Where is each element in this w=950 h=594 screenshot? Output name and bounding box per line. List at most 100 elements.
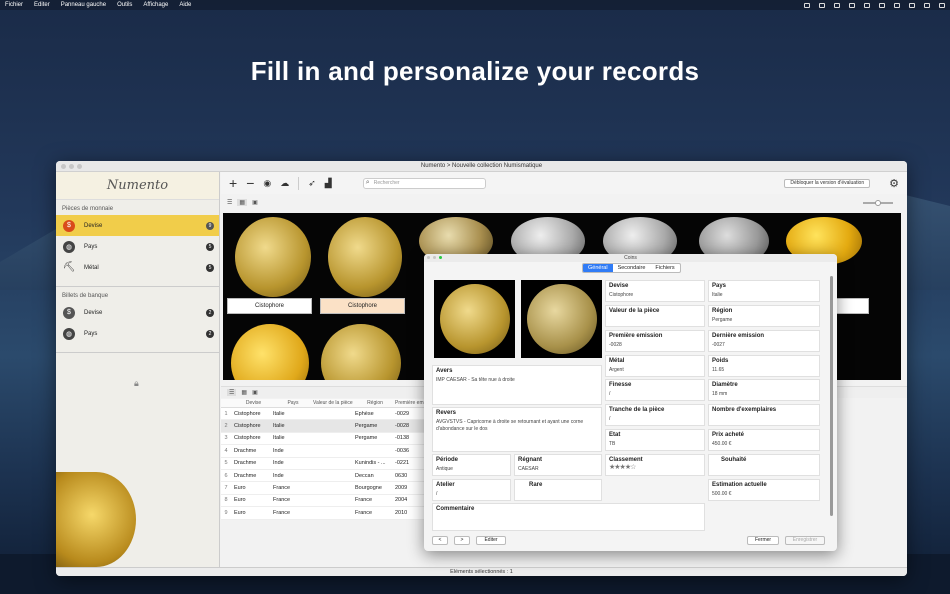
field-metal[interactable]: Métal Argent — [605, 355, 705, 377]
sidebar-item-banknote-pays[interactable]: ◍ Pays 2 — [56, 323, 219, 344]
sidebar-item-devise[interactable]: $ Devise 9 — [56, 215, 219, 236]
eye-icon[interactable]: ◉ — [263, 178, 271, 189]
dialog-scrollbar[interactable] — [830, 276, 833, 516]
field-regnant[interactable]: Régnant CAESAR — [514, 454, 602, 476]
reverse-photo[interactable] — [521, 280, 602, 358]
unlock-trial-button[interactable]: Débloquer la version d'évaluation — [784, 178, 871, 188]
table-cell: Inde — [273, 460, 284, 467]
coin-label-selected[interactable]: Cistophore — [320, 298, 405, 314]
field-prix-achete[interactable]: Prix acheté 450.00 € — [708, 429, 820, 451]
coin-label[interactable]: Cistophore — [227, 298, 312, 314]
status-icon[interactable] — [939, 2, 945, 8]
field-nombre-exemplaires[interactable]: Nombre d'exemplaires — [708, 404, 820, 426]
menu-aide[interactable]: Aide — [179, 2, 191, 8]
edit-button[interactable]: Editer — [476, 536, 506, 545]
field-valeur[interactable]: Valeur de la pièce — [605, 305, 705, 327]
field-etat[interactable]: Etat TB — [605, 429, 705, 451]
table-cell: 2 — [224, 423, 228, 430]
menu-editer[interactable]: Editer — [34, 2, 50, 8]
zoom-slider[interactable] — [863, 199, 893, 206]
sidebar-item-banknote-devise[interactable]: $ Devise 2 — [56, 302, 219, 323]
status-icon[interactable] — [849, 2, 855, 8]
field-region[interactable]: Région Pergame — [708, 305, 820, 327]
minimize-window-button[interactable] — [69, 164, 74, 169]
sidebar-item-metal[interactable]: ⛏ Métal 5 — [56, 257, 219, 278]
status-icon[interactable] — [924, 2, 930, 8]
field-finesse[interactable]: Finesse / — [605, 379, 705, 401]
save-button[interactable]: Enregistrer — [785, 536, 825, 545]
dialog-tabs: Général Secondaire Fichiers — [582, 263, 681, 273]
gallery-view-icon[interactable]: ▣ — [252, 389, 258, 396]
close-button[interactable]: Fermer — [747, 536, 779, 545]
field-souhaite[interactable]: Souhaité — [708, 454, 820, 476]
tab-fichiers[interactable]: Fichiers — [650, 264, 679, 272]
field-revers[interactable]: Revers AVGVSTVS - Capricorne à droite se … — [432, 407, 602, 452]
coin-thumbnail[interactable] — [321, 324, 401, 380]
status-icon[interactable] — [834, 2, 840, 8]
menu-outils[interactable]: Outils — [117, 2, 132, 8]
field-atelier[interactable]: Atelier / — [432, 479, 511, 501]
minimize-dialog-button[interactable] — [433, 256, 436, 259]
sidebar-item-label: Métal — [84, 264, 99, 271]
field-periode[interactable]: Période Antique — [432, 454, 511, 476]
field-pays[interactable]: Pays Italie — [708, 280, 820, 302]
section-title-banknotes: Billets de banque — [62, 293, 109, 299]
sidebar-item-pays[interactable]: ◍ Pays 5 — [56, 236, 219, 257]
remove-icon[interactable]: − — [246, 175, 254, 191]
coin-thumbnail[interactable] — [235, 217, 311, 297]
status-icon[interactable] — [894, 2, 900, 8]
coin-thumbnail[interactable] — [231, 324, 309, 380]
cloud-icon[interactable]: ☁︎ — [280, 178, 289, 189]
tab-secondaire[interactable]: Secondaire — [613, 264, 651, 272]
column-header[interactable]: Région — [355, 400, 395, 406]
next-button[interactable]: > — [454, 536, 470, 545]
tab-general[interactable]: Général — [583, 264, 613, 272]
status-icon[interactable] — [819, 2, 825, 8]
count-badge: 2 — [206, 308, 214, 317]
obverse-photo[interactable] — [434, 280, 515, 358]
field-classement[interactable]: Classement ★★★★☆ — [605, 454, 705, 476]
menu-affichage[interactable]: Affichage — [143, 2, 168, 8]
list-view-icon[interactable]: ☰ — [227, 389, 237, 396]
field-commentaire[interactable]: Commentaire — [432, 503, 705, 531]
field-rare[interactable]: Rare — [514, 479, 602, 501]
coin-thumbnail[interactable] — [328, 217, 402, 297]
close-window-button[interactable] — [61, 164, 66, 169]
field-devise[interactable]: Devise Cistophore — [605, 280, 705, 302]
field-tranche[interactable]: Tranche de la pièce / — [605, 404, 705, 426]
menu-panneau-gauche[interactable]: Panneau gauche — [61, 2, 106, 8]
status-icon[interactable] — [879, 2, 885, 8]
search-input[interactable]: Rechercher — [362, 177, 486, 189]
field-avers[interactable]: Avers IMP CAESAR - Sa tête nue à droite — [432, 365, 602, 405]
rating-stars[interactable]: ★★★★☆ — [609, 463, 701, 471]
lock-icon[interactable]: 🔒︎ — [134, 378, 139, 389]
gear-icon[interactable]: ⚙︎ — [889, 177, 899, 190]
table-cell: 8 — [224, 497, 228, 504]
list-view-icon[interactable]: ☰ — [227, 199, 232, 206]
field-derniere-emission[interactable]: Dernière emission -0027 — [708, 330, 820, 352]
status-icon[interactable] — [864, 2, 870, 8]
send-icon[interactable]: ➶ — [308, 178, 316, 189]
gallery-view-icon[interactable]: ▣ — [252, 199, 258, 206]
column-header[interactable]: Pays — [273, 400, 313, 406]
stats-icon[interactable]: ▟ — [325, 178, 332, 189]
previous-button[interactable]: < — [432, 536, 448, 545]
close-dialog-button[interactable] — [427, 256, 430, 259]
zoom-dialog-button[interactable] — [439, 256, 442, 259]
field-poids[interactable]: Poids 11.65 — [708, 355, 820, 377]
status-icon[interactable] — [909, 2, 915, 8]
add-icon[interactable]: + — [229, 175, 237, 191]
column-header[interactable]: Devise — [231, 400, 273, 406]
sidebar-item-label: Devise — [84, 309, 103, 316]
menu-fichier[interactable]: Fichier — [5, 2, 23, 8]
grid-view-icon[interactable]: ▦ — [241, 389, 247, 396]
grid-view-icon[interactable]: ▦ — [237, 199, 248, 206]
field-diametre[interactable]: Diamètre 18 mm — [708, 379, 820, 401]
field-premiere-emission[interactable]: Première emission -0028 — [605, 330, 705, 352]
column-header[interactable]: Valeur de la pièce — [313, 400, 355, 406]
zoom-window-button[interactable] — [77, 164, 82, 169]
status-icon[interactable] — [804, 2, 810, 8]
section-title-coins: Pièces de monnaie — [62, 206, 114, 212]
field-estimation[interactable]: Estimation actuelle 500.00 € — [708, 479, 820, 501]
table-cell: Euro — [234, 509, 246, 516]
